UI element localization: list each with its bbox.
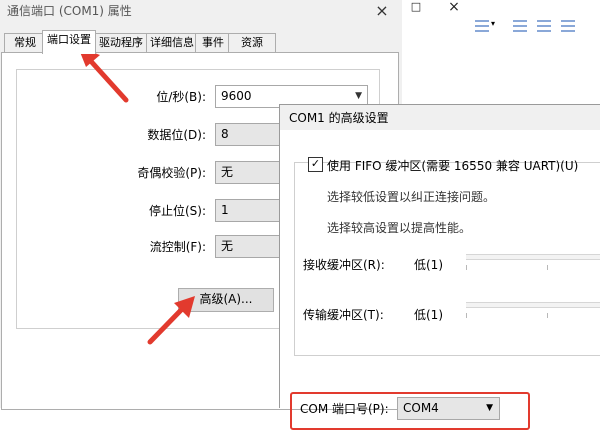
- annotation-arrows: [78, 47, 195, 345]
- arrow-to-advanced-button: [147, 296, 195, 345]
- tab-port-settings[interactable]: 端口设置: [42, 30, 96, 54]
- arrow-to-port-tab: [78, 47, 129, 103]
